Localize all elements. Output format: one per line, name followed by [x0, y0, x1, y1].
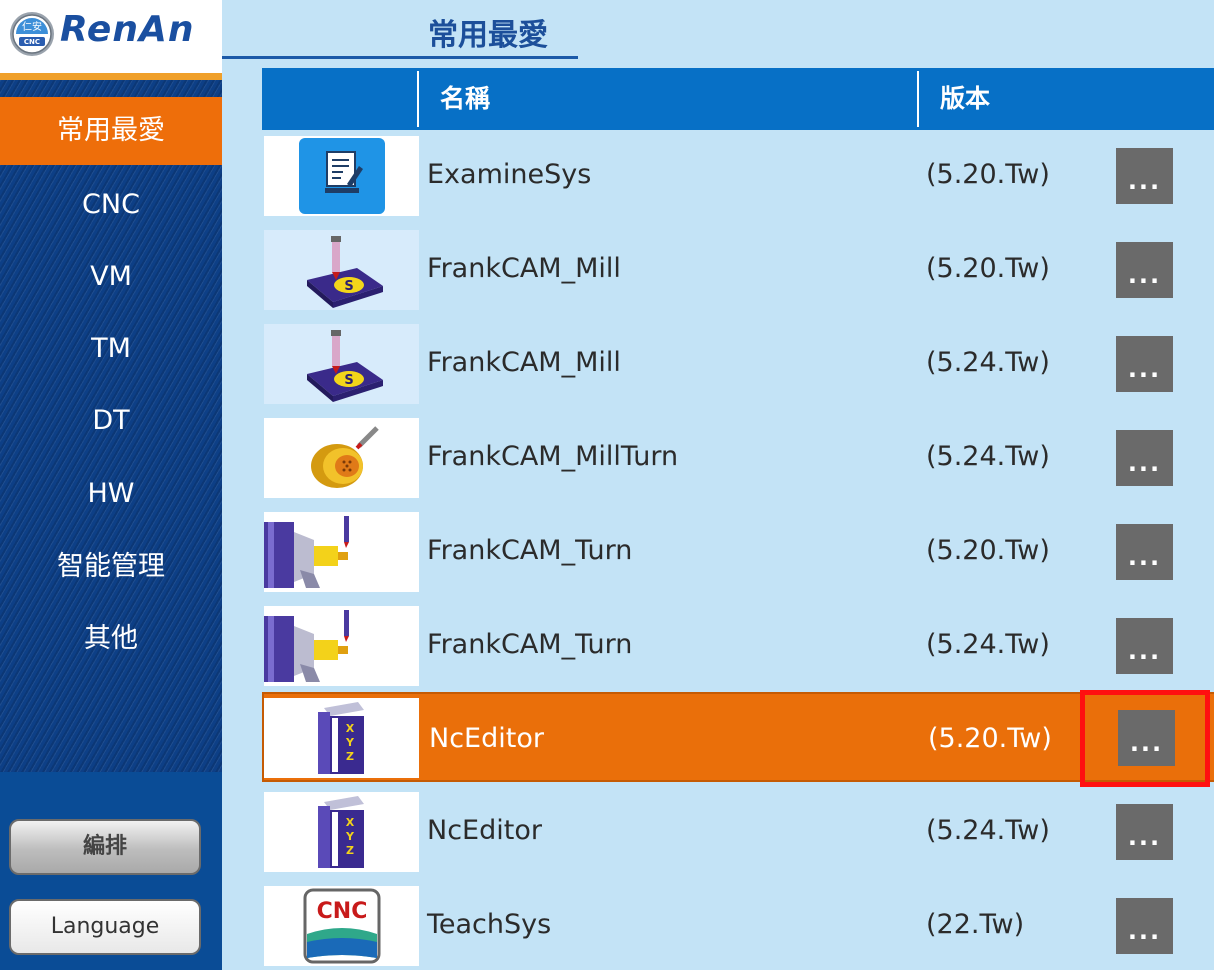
app-name: FrankCAM_Turn: [427, 629, 633, 660]
table-row[interactable]: S FrankCAM_Mill (5.20.Tw) ...: [262, 224, 1214, 314]
app-icon-cell: X Y Z: [264, 792, 419, 872]
app-version: (5.24.Tw): [926, 815, 1050, 846]
highlight-annotation: [1080, 690, 1210, 787]
more-options-button[interactable]: ...: [1116, 524, 1173, 580]
svg-text:CNC: CNC: [24, 38, 40, 46]
sidebar-item-label: TM: [91, 333, 131, 364]
app-version: (22.Tw): [926, 909, 1025, 940]
app-name: FrankCAM_MillTurn: [427, 441, 679, 472]
app-icon-cell: [264, 136, 419, 216]
frankcam-turn-icon: [264, 516, 349, 588]
app-icon-cell: S: [264, 324, 419, 404]
app-icon-cell: CNC: [264, 886, 419, 966]
svg-text:Z: Z: [346, 750, 354, 763]
app-icon-cell: X Y Z: [264, 698, 419, 778]
sidebar-item-label: VM: [90, 261, 132, 292]
svg-text:X: X: [345, 816, 354, 829]
frankcam-millturn-icon: [310, 426, 379, 488]
app-name: FrankCAM_Turn: [427, 535, 633, 566]
renan-emblem-icon: 仁安 CNC: [10, 12, 54, 56]
sidebar-item-label: CNC: [82, 189, 140, 220]
sidebar-item-label: 其他: [84, 623, 138, 654]
app-icon-cell: [264, 512, 419, 592]
sidebar-item-vm[interactable]: VM: [0, 243, 222, 311]
app-version: (5.20.Tw): [926, 159, 1050, 190]
column-header-version: 版本: [940, 84, 991, 113]
sidebar-item-label: DT: [92, 405, 130, 436]
column-divider: [917, 71, 919, 127]
app-name: NcEditor: [429, 723, 544, 754]
more-options-button[interactable]: ...: [1116, 430, 1173, 486]
table-row[interactable]: FrankCAM_MillTurn (5.24.Tw) ...: [262, 412, 1214, 502]
more-options-button[interactable]: ...: [1116, 336, 1173, 392]
sidebar-item-dt[interactable]: DT: [0, 387, 222, 455]
table-row-selected[interactable]: X Y Z NcEditor (5.20.Tw) ...: [262, 692, 1214, 782]
more-options-button[interactable]: ...: [1116, 804, 1173, 860]
sidebar-item-label: 智能管理: [57, 551, 165, 582]
app-name: NcEditor: [427, 815, 542, 846]
svg-text:CNC: CNC: [316, 899, 367, 924]
svg-text:Z: Z: [346, 844, 354, 857]
app-name: FrankCAM_Mill: [427, 253, 621, 284]
more-options-button[interactable]: ...: [1116, 148, 1173, 204]
sidebar-item-smart-management[interactable]: 智能管理: [0, 533, 222, 601]
column-divider: [417, 71, 419, 127]
app-version: (5.20.Tw): [926, 253, 1050, 284]
nceditor-book-icon: X Y Z: [317, 702, 364, 774]
title-underline: [222, 56, 578, 59]
teachsys-cnc-icon: CNC: [303, 888, 380, 964]
table-row[interactable]: FrankCAM_Turn (5.24.Tw) ...: [262, 600, 1214, 690]
brand-name: RenAn: [60, 9, 195, 50]
more-options-button[interactable]: ...: [1116, 898, 1173, 954]
language-button[interactable]: Language: [9, 899, 201, 955]
sidebar-item-others[interactable]: 其他: [0, 605, 222, 673]
logo: 仁安 CNC RenAn: [0, 0, 222, 80]
svg-text:Y: Y: [345, 736, 355, 749]
table-row[interactable]: FrankCAM_Turn (5.20.Tw) ...: [262, 506, 1214, 596]
nceditor-book-icon: X Y Z: [317, 796, 364, 868]
table-row[interactable]: ExamineSys (5.20.Tw) ...: [262, 130, 1214, 220]
app-name: TeachSys: [427, 909, 552, 940]
sidebar-item-label: 常用最愛: [57, 115, 165, 146]
sidebar: 仁安 CNC RenAn 常用最愛 CNC VM TM DT HW 智能管理 其…: [0, 0, 222, 970]
app-icon-cell: [264, 418, 419, 498]
table-row[interactable]: S FrankCAM_Mill (5.24.Tw) ...: [262, 318, 1214, 408]
sidebar-item-favorites[interactable]: 常用最愛: [0, 97, 222, 165]
sidebar-item-label: HW: [87, 478, 135, 509]
frankcam-turn-icon: [264, 610, 349, 682]
app-name: FrankCAM_Mill: [427, 347, 621, 378]
table-header: 名稱 版本: [262, 68, 1214, 130]
svg-text:S: S: [344, 279, 353, 294]
app-icon-cell: S: [264, 230, 419, 310]
arrange-button[interactable]: 編排: [9, 819, 201, 875]
app-version: (5.24.Tw): [926, 347, 1050, 378]
svg-text:X: X: [345, 722, 354, 735]
sidebar-item-hw[interactable]: HW: [0, 460, 222, 528]
svg-text:Y: Y: [345, 830, 355, 843]
table-row[interactable]: X Y Z NcEditor (5.24.Tw) ...: [262, 786, 1214, 876]
examinesys-icon: [298, 138, 385, 214]
svg-text:仁安: 仁安: [22, 20, 42, 33]
app-name: ExamineSys: [427, 159, 592, 190]
table-row[interactable]: CNC TeachSys (22.Tw) ...: [262, 880, 1214, 970]
app-version: (5.20.Tw): [926, 535, 1050, 566]
frankcam-mill-icon: S: [306, 236, 383, 308]
app-version: (5.24.Tw): [926, 441, 1050, 472]
frankcam-mill-icon: S: [306, 330, 383, 402]
more-options-button[interactable]: ...: [1116, 242, 1173, 298]
more-options-button[interactable]: ...: [1116, 618, 1173, 674]
app-version: (5.24.Tw): [926, 629, 1050, 660]
sidebar-item-cnc[interactable]: CNC: [0, 171, 222, 239]
sidebar-item-tm[interactable]: TM: [0, 315, 222, 383]
svg-text:S: S: [344, 373, 353, 388]
app-version: (5.20.Tw): [928, 723, 1052, 754]
page-title: 常用最愛: [428, 18, 548, 53]
app-icon-cell: [264, 606, 419, 686]
column-header-name: 名稱: [440, 84, 491, 113]
